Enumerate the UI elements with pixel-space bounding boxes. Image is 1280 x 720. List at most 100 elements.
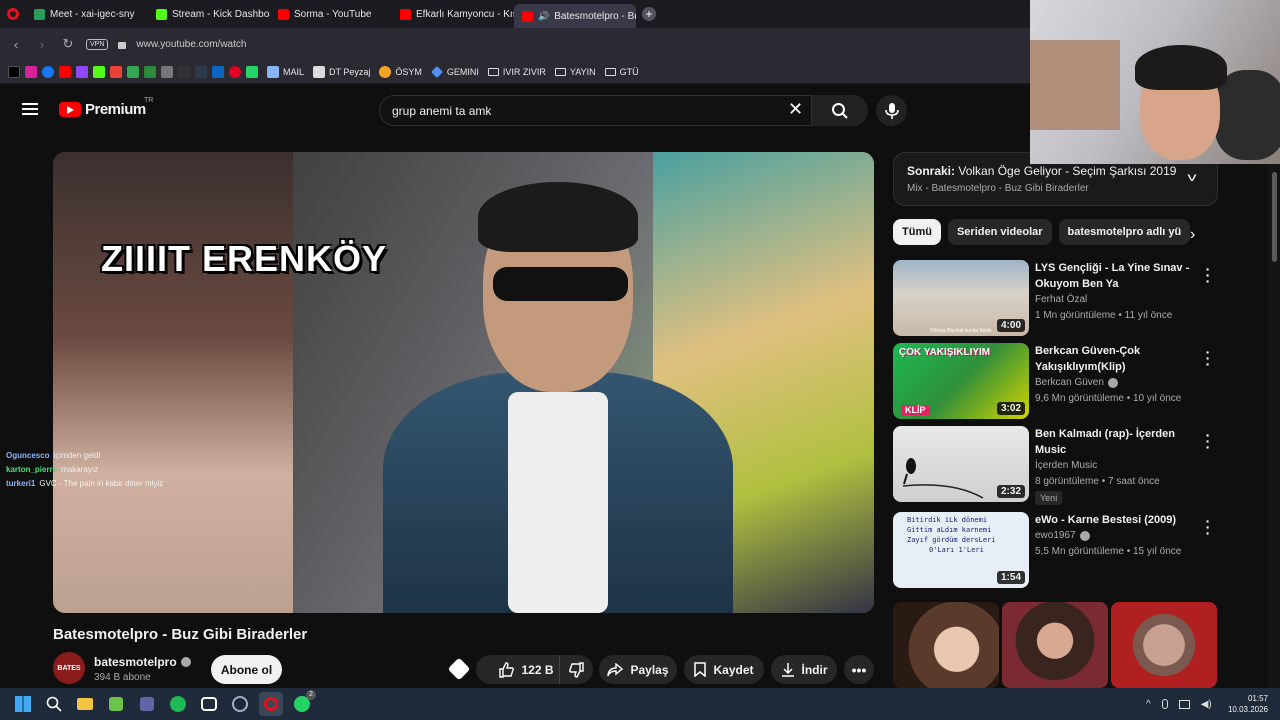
- search-icon: [832, 102, 848, 119]
- teams-icon[interactable]: [135, 692, 159, 716]
- bookmark-gemini[interactable]: GEMINI: [430, 65, 479, 78]
- download-button[interactable]: İndir: [771, 655, 837, 684]
- channel-name[interactable]: Ferhat Özal: [1035, 294, 1087, 305]
- video-title[interactable]: Ben Kalmadı (rap)- İçerden Music: [1035, 426, 1195, 458]
- game-icon[interactable]: [197, 692, 221, 716]
- search-button[interactable]: [812, 95, 868, 126]
- linkedin-icon[interactable]: [212, 65, 224, 78]
- clear-search-icon[interactable]: ✕: [788, 99, 803, 120]
- instagram-icon[interactable]: [25, 65, 37, 78]
- video-title[interactable]: eWo - Karne Bestesi (2009): [1035, 512, 1195, 528]
- video-title[interactable]: Berkcan Güven-Çok Yakışıklıyım(Klip): [1035, 343, 1195, 375]
- chip-channel[interactable]: batesmotelpro adlı yü: [1058, 219, 1191, 245]
- chevron-up-icon[interactable]: ^: [1146, 699, 1151, 710]
- opera-icon[interactable]: [259, 692, 283, 716]
- reload-button[interactable]: ↻: [60, 36, 76, 52]
- search-input[interactable]: grup anemi ta amk: [379, 95, 812, 126]
- video-player[interactable]: ZIIIIT ERENKÖY: [53, 152, 874, 613]
- windows-start-icon[interactable]: [11, 692, 35, 716]
- new-tab-button[interactable]: +: [642, 7, 656, 21]
- video-title[interactable]: LYS Gençliği - La Yine Sınav - Okuyom Be…: [1035, 260, 1195, 292]
- more-options-icon[interactable]: · · ·: [1205, 514, 1211, 540]
- spotify-icon[interactable]: [166, 692, 190, 716]
- dislike-button[interactable]: [559, 655, 593, 684]
- tab-kick[interactable]: Stream - Kick Dashboard: [148, 0, 270, 28]
- menu-icon[interactable]: [22, 103, 38, 115]
- more-actions-button[interactable]: •••: [844, 655, 874, 684]
- dollar-icon[interactable]: [144, 65, 156, 78]
- bookmark-osym[interactable]: ÖSYM: [379, 65, 422, 78]
- x-icon[interactable]: [8, 65, 20, 78]
- up-next-subtitle: Mix - Batesmotelpro - Buz Gibi Biraderle…: [907, 183, 1089, 194]
- recommendation-item[interactable]: Bitirdik iLk dönemi Gittim aLdım karnemi…: [893, 512, 1218, 590]
- channel-name[interactable]: Berkcan Güven: [1035, 377, 1118, 388]
- whatsapp-icon[interactable]: 2: [290, 690, 316, 716]
- sparkle-icon[interactable]: [447, 657, 471, 681]
- system-clock[interactable]: 01:57 10.03.2026: [1224, 693, 1268, 715]
- opera-logo-icon[interactable]: [0, 0, 26, 28]
- maps-icon[interactable]: [127, 65, 139, 78]
- tab-efkarli[interactable]: Efkarlı Kamyoncu - Kış Ma: [392, 0, 514, 28]
- back-button[interactable]: ‹: [8, 37, 24, 52]
- file-explorer-icon[interactable]: [73, 692, 97, 716]
- twitch-icon[interactable]: [76, 65, 88, 78]
- channel-name[interactable]: İçerden Music: [1035, 460, 1097, 471]
- video-overlay-text: ZIIIIT ERENKÖY: [101, 238, 388, 279]
- video-thumbnail[interactable]: ÇOK YAKIŞIKLIYIM KLİP 3:02: [893, 343, 1029, 419]
- link-icon[interactable]: [161, 65, 173, 78]
- channel-name-wrap[interactable]: batesmotelpro: [94, 655, 191, 669]
- short-thumbnail[interactable]: [1111, 602, 1217, 688]
- lock-icon[interactable]: [118, 42, 127, 49]
- recommendation-item[interactable]: Kitreya Biyoloji bunlar bizde 4:00 LYS G…: [893, 260, 1218, 338]
- pinterest-icon[interactable]: [229, 65, 241, 78]
- more-options-icon[interactable]: · · ·: [1205, 428, 1211, 454]
- channel-avatar[interactable]: BATES: [53, 652, 85, 684]
- bookmark-yayin[interactable]: YAYIN: [554, 67, 596, 77]
- channel-name[interactable]: ewo1967: [1035, 530, 1090, 541]
- forward-button[interactable]: ›: [34, 37, 50, 52]
- video-thumbnail[interactable]: Bitirdik iLk dönemi Gittim aLdım karnemi…: [893, 512, 1029, 588]
- url-field[interactable]: www.youtube.com/watch: [136, 39, 246, 50]
- more-options-icon[interactable]: · · ·: [1205, 345, 1211, 371]
- steam-icon[interactable]: [228, 692, 252, 716]
- chevron-right-icon[interactable]: ›: [1190, 226, 1195, 244]
- kick-icon[interactable]: [93, 65, 105, 78]
- bookmark-icon[interactable]: [195, 65, 207, 78]
- save-button[interactable]: Kaydet: [684, 655, 764, 684]
- youtube-icon[interactable]: [59, 65, 71, 78]
- app-icon[interactable]: [104, 692, 128, 716]
- tab-meet[interactable]: Meet - xai-igec-sny: [26, 0, 148, 28]
- vpn-badge[interactable]: VPN: [86, 38, 109, 50]
- tab-batesmotelpro[interactable]: 🔊 Batesmotelpro - Buz G: [514, 4, 636, 28]
- channel-name[interactable]: batesmotelpro: [94, 655, 177, 669]
- subscribe-button[interactable]: Abone ol: [211, 655, 282, 684]
- bookmark-gtu[interactable]: GTÜ: [604, 67, 639, 77]
- short-thumbnail[interactable]: [1002, 602, 1108, 688]
- video-thumbnail[interactable]: 2:32: [893, 426, 1029, 502]
- chevron-down-icon[interactable]: v: [1188, 170, 1197, 184]
- voice-search-button[interactable]: [876, 95, 907, 126]
- chip-all[interactable]: Tümü: [893, 219, 941, 245]
- mic-icon[interactable]: [1161, 699, 1168, 709]
- youtube-logo[interactable]: Premium TR: [59, 97, 153, 118]
- speaker-icon[interactable]: 🔊: [538, 11, 549, 22]
- tab-sorma[interactable]: Sorma - YouTube: [270, 0, 392, 28]
- page-scrollbar[interactable]: [1268, 164, 1280, 688]
- share-button[interactable]: Paylaş: [599, 655, 677, 684]
- search-icon[interactable]: [42, 692, 66, 716]
- bookmark-mail[interactable]: MAIL: [267, 65, 304, 78]
- bookmark-ivir-zivir[interactable]: IVIR ZIVIR: [487, 67, 546, 77]
- recommendation-item[interactable]: 2:32 Ben Kalmadı (rap)- İçerden Music İç…: [893, 426, 1218, 505]
- short-thumbnail[interactable]: [893, 602, 999, 688]
- facebook-icon[interactable]: [42, 65, 54, 78]
- network-icon[interactable]: [1178, 699, 1190, 709]
- volume-icon[interactable]: ◀): [1201, 699, 1212, 710]
- recommendation-item[interactable]: ÇOK YAKIŞIKLIYIM KLİP 3:02 Berkcan Güven…: [893, 343, 1218, 421]
- video-thumbnail[interactable]: Kitreya Biyoloji bunlar bizde 4:00: [893, 260, 1029, 336]
- gmail-icon[interactable]: [110, 65, 122, 78]
- bookmark-icon[interactable]: [178, 65, 190, 78]
- bookmark-dt-peyzaj[interactable]: DT Peyzaj: [313, 65, 370, 78]
- chip-series[interactable]: Seriden videolar: [947, 219, 1052, 245]
- whatsapp-icon[interactable]: [246, 65, 258, 78]
- more-options-icon[interactable]: · · ·: [1205, 262, 1211, 288]
